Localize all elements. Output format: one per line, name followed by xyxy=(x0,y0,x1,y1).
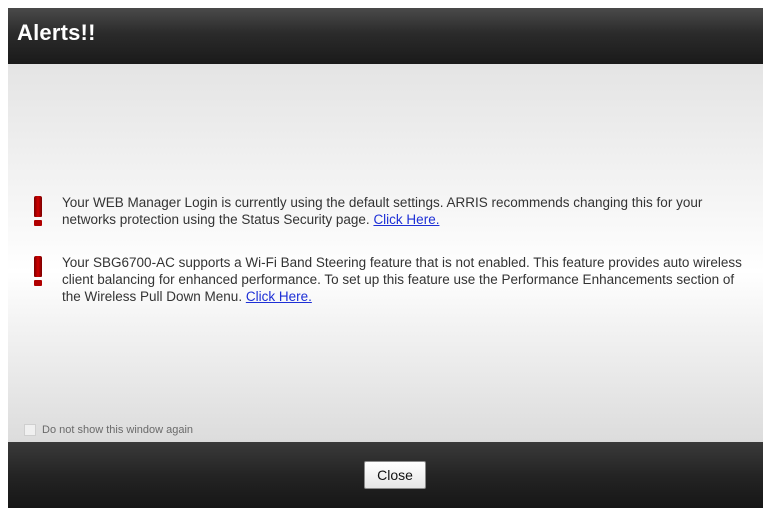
exclamation-icon xyxy=(32,256,44,286)
alert-message: Your SBG6700-AC supports a Wi-Fi Band St… xyxy=(62,254,744,305)
click-here-link[interactable]: Click Here. xyxy=(246,289,312,304)
alerts-dialog: Alerts!! Your WEB Manager Login is curre… xyxy=(8,8,763,508)
dont-show-checkbox[interactable] xyxy=(24,424,36,436)
close-button[interactable]: Close xyxy=(364,461,426,489)
alert-message: Your WEB Manager Login is currently usin… xyxy=(62,194,744,228)
alert-item: Your WEB Manager Login is currently usin… xyxy=(32,194,744,228)
dont-show-again-option[interactable]: Do not show this window again xyxy=(24,424,193,436)
alert-item: Your SBG6700-AC supports a Wi-Fi Band St… xyxy=(32,254,744,305)
dialog-title: Alerts!! xyxy=(17,20,96,45)
click-here-link[interactable]: Click Here. xyxy=(373,212,439,227)
exclamation-icon xyxy=(32,196,44,226)
dialog-footer: Close xyxy=(8,442,763,508)
alerts-content: Your WEB Manager Login is currently usin… xyxy=(8,64,763,442)
dont-show-label: Do not show this window again xyxy=(42,424,194,436)
dialog-title-bar: Alerts!! xyxy=(8,8,763,65)
alert-message-text: Your SBG6700-AC supports a Wi-Fi Band St… xyxy=(62,255,742,304)
